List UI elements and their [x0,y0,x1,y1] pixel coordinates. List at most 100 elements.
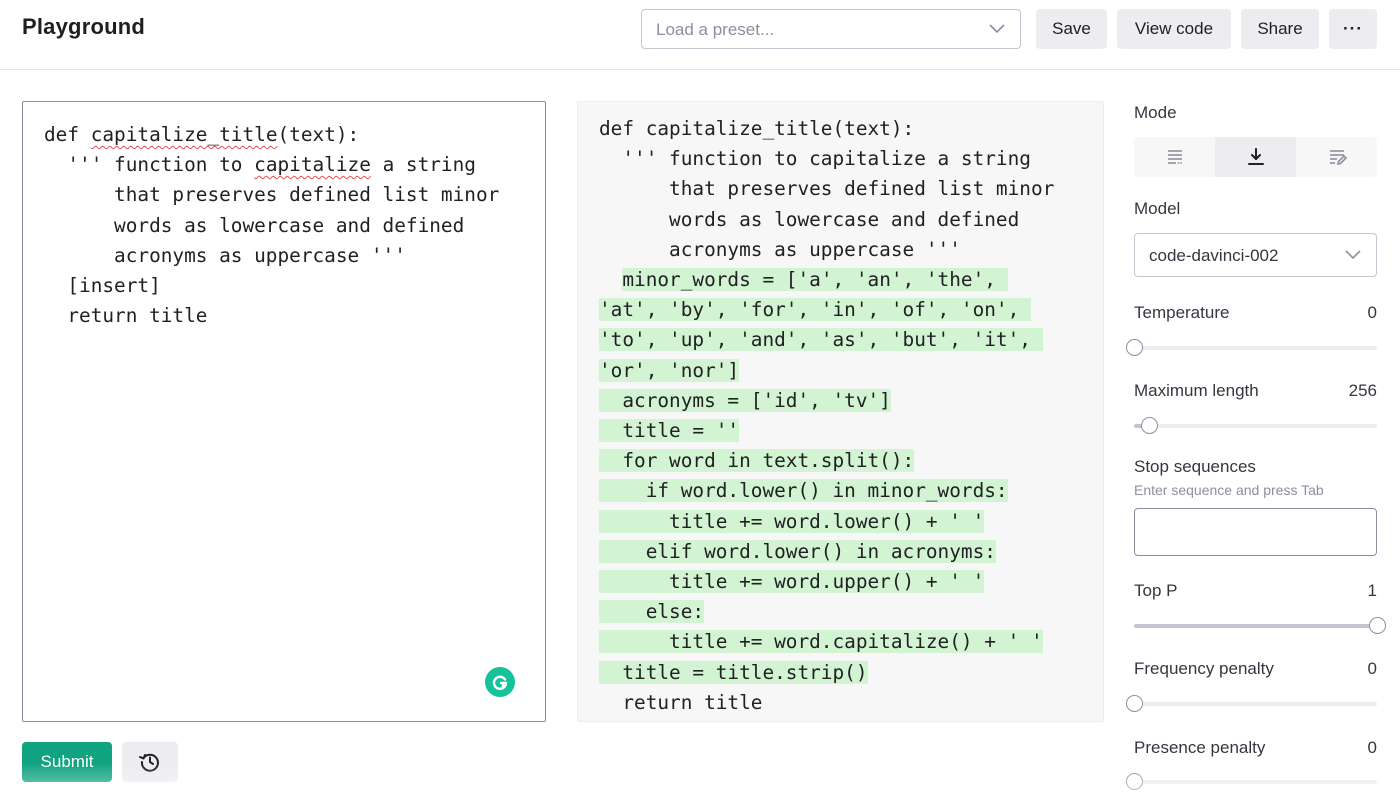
prompt-text[interactable]: def capitalize_title(text): ''' function… [44,120,499,331]
output-line: acronyms = ['id', 'tv'] [599,386,1054,416]
inserted-code: elif word.lower() in acronyms: [599,539,996,563]
presence-penalty-slider[interactable] [1126,773,1377,790]
prompt-text-segment: def [44,123,91,146]
save-button[interactable]: Save [1036,9,1107,49]
history-icon [139,753,159,772]
chevron-down-icon [989,24,1005,34]
output-line: minor_words = ['a', 'an', 'the', [599,265,1054,295]
inserted-code: 'at', 'by', 'for', 'in', 'of', 'on', [599,298,1031,322]
slider-handle[interactable] [1126,773,1143,790]
max-length-slider[interactable] [1134,417,1377,434]
completion-output: def capitalize_title(text): ''' function… [577,101,1104,722]
inserted-code: title = '' [599,419,740,443]
output-line: elif word.lower() in acronyms: [599,537,1054,567]
slider-handle[interactable] [1126,695,1143,712]
presence-penalty-label: Presence penalty [1134,738,1266,757]
prompt-text-segment: that preserves defined list minor [44,183,500,207]
insert-mode-icon [1247,148,1264,165]
view-code-button[interactable]: View code [1117,9,1231,49]
frequency-penalty-value: 0 [1367,659,1377,678]
mode-edit[interactable] [1296,137,1377,177]
slider-handle[interactable] [1126,339,1143,356]
stop-sequences-hint: Enter sequence and press Tab [1134,482,1324,498]
output-text: def capitalize_title(text): ''' function… [599,114,1054,718]
output-line: acronyms as uppercase ''' [599,235,1054,265]
slider-handle[interactable] [1369,617,1386,634]
slider-fill [1134,624,1377,628]
model-label: Model [1134,199,1181,218]
inserted-code: 'or', 'nor'] [599,358,740,382]
inserted-code: title += word.capitalize() + ' ' [599,630,1043,654]
output-line: if word.lower() in minor_words: [599,476,1054,506]
output-line: else: [599,597,1054,627]
output-line: 'to', 'up', 'and', 'as', 'but', 'it', [599,325,1054,355]
submit-button[interactable]: Submit [22,742,112,782]
slider-handle[interactable] [1141,417,1159,434]
prompt-line: return title [44,301,499,331]
output-text-segment [599,268,622,291]
mode-selector [1134,137,1377,177]
top-p-value: 1 [1367,581,1377,600]
top-p-label: Top P [1134,581,1178,600]
prompt-text-segment: return title [44,304,208,328]
prompt-text-segment: ''' function to [44,153,255,177]
preset-select[interactable]: Load a preset... [641,9,1021,49]
complete-mode-icon [1167,150,1182,164]
output-text-segment: that preserves defined list minor [599,177,1055,201]
output-text-segment: ''' function to capitalize a string [599,147,1031,171]
temperature-value: 0 [1367,303,1377,322]
output-line: def capitalize_title(text): [599,114,1054,144]
misspelled-word: capitalize_title [90,123,278,146]
output-line: return title [599,688,1054,718]
edit-mode-icon [1329,150,1347,166]
output-line: title = title.strip() [599,658,1054,688]
prompt-line: def capitalize_title(text): [44,120,499,150]
presence-penalty-value: 0 [1367,738,1377,757]
misspelled-word: capitalize [254,153,371,177]
output-text-segment: return title [599,690,763,714]
inserted-code: if word.lower() in minor_words: [599,479,1008,503]
frequency-penalty-slider[interactable] [1126,695,1377,712]
prompt-text-segment: a string [370,153,476,177]
max-length-value: 256 [1348,381,1377,400]
output-line: words as lowercase and defined [599,205,1054,235]
inserted-code: for word in text.split(): [599,449,915,473]
mode-complete[interactable] [1134,137,1215,177]
prompt-editor[interactable]: def capitalize_title(text): ''' function… [22,101,546,722]
grammarly-icon[interactable] [485,667,515,697]
history-button[interactable] [122,742,178,782]
inserted-code: title = title.strip() [599,660,868,684]
share-button[interactable]: Share [1241,9,1319,49]
mode-insert[interactable] [1215,137,1296,177]
output-line: 'at', 'by', 'for', 'in', 'of', 'on', [599,295,1054,325]
top-bar: Playground Load a preset... Save View co… [0,0,1400,70]
inserted-code: title += word.upper() + ' ' [599,570,985,594]
prompt-line: words as lowercase and defined [44,211,499,241]
output-line: that preserves defined list minor [599,174,1054,204]
output-line: title += word.upper() + ' ' [599,567,1054,597]
model-select[interactable]: code-davinci-002 [1134,233,1377,277]
model-value: code-davinci-002 [1149,246,1279,265]
page-title: Playground [22,14,146,39]
top-p-slider[interactable] [1134,617,1386,634]
prompt-line: ''' function to capitalize a string [44,150,499,180]
chevron-down-icon [1345,250,1361,260]
prompt-line: acronyms as uppercase ''' [44,241,499,271]
inserted-code: minor_words = ['a', 'an', 'the', [622,268,1008,292]
output-text-segment: acronyms as uppercase ''' [599,237,961,261]
output-line: title += word.lower() + ' ' [599,507,1054,537]
output-text-segment: def capitalize_title(text): [599,117,915,140]
inserted-code: title += word.lower() + ' ' [599,509,985,533]
prompt-text-segment: words as lowercase and defined [44,213,465,237]
stop-sequences-input[interactable] [1134,508,1377,556]
output-line: ''' function to capitalize a string [599,144,1054,174]
inserted-code: 'to', 'up', 'and', 'as', 'but', 'it', [599,328,1043,352]
prompt-line: that preserves defined list minor [44,180,499,210]
output-line: title += word.capitalize() + ' ' [599,627,1054,657]
output-line: title = '' [599,416,1054,446]
more-options-button[interactable]: ··· [1329,9,1377,49]
temperature-slider[interactable] [1126,339,1377,356]
inserted-code: acronyms = ['id', 'tv'] [599,388,891,412]
prompt-text-segment: (text): [277,123,360,146]
output-text-segment: words as lowercase and defined [599,207,1020,231]
